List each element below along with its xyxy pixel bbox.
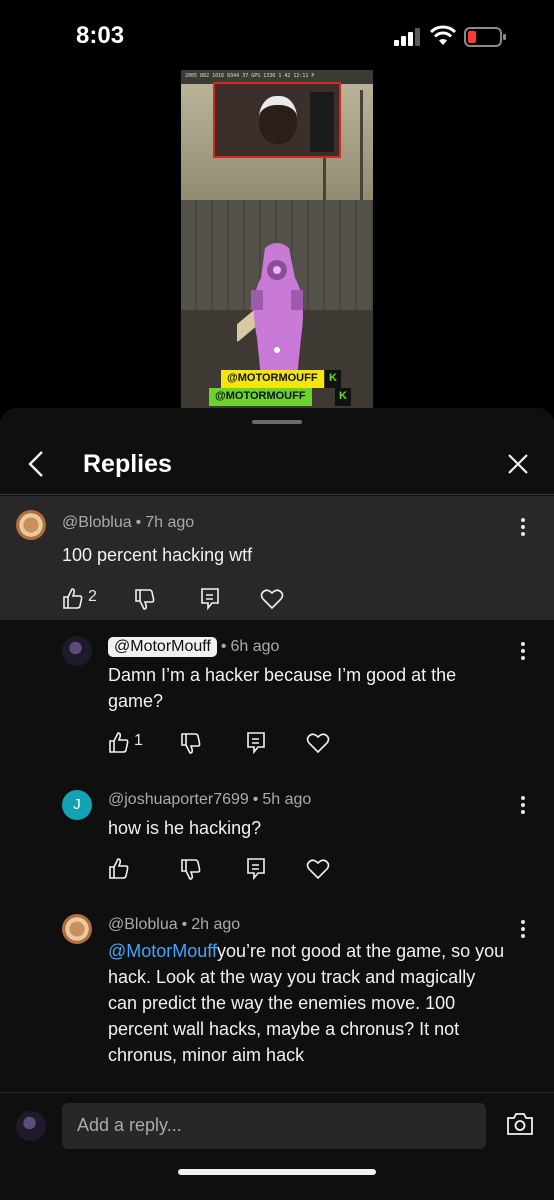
thumbs-up-icon[interactable] [62, 586, 84, 612]
avatar[interactable] [62, 914, 92, 944]
meta-separator: • [220, 638, 227, 655]
streamer-webcam [213, 82, 341, 158]
avatar[interactable] [62, 636, 92, 666]
meta-separator: • [252, 791, 259, 808]
comment-meta: @MotorMouff • 6h ago [108, 637, 279, 657]
camera-icon[interactable] [506, 1111, 534, 1137]
comment-author[interactable]: @Bloblua [62, 514, 132, 531]
comment-actions: 2 [62, 586, 292, 612]
status-bar: 8:03 [0, 0, 554, 70]
heart-icon[interactable] [260, 586, 284, 612]
streamer-mic [310, 92, 334, 152]
replies-header: Replies [0, 432, 554, 496]
replies-sheet: Replies @Bloblua • 7h ago 100 percent hack… [0, 408, 554, 1200]
close-icon[interactable] [504, 450, 532, 478]
comment-time: 5h ago [262, 791, 312, 808]
more-options-icon[interactable] [520, 518, 526, 538]
chevron-left-icon[interactable] [24, 448, 50, 480]
comment-actions [108, 856, 338, 882]
parent-comment: @Bloblua • 7h ago 100 percent hacking wtf … [0, 496, 554, 620]
comment-text: Damn I’m a hacker because I’m good at th… [108, 665, 457, 711]
sheet-drag-handle[interactable] [252, 420, 302, 424]
reply-icon[interactable] [246, 730, 266, 756]
creator-handle-badge[interactable]: @MotorMouff [108, 637, 217, 657]
avatar[interactable] [16, 510, 46, 540]
add-reply-input[interactable]: Add a reply... [62, 1103, 486, 1149]
comment-time: 7h ago [145, 514, 195, 531]
game-weapon [237, 243, 303, 378]
video-handle-tag: @MOTORMOUFF [221, 370, 324, 388]
reply-bar: Add a reply... [0, 1092, 554, 1200]
avatar [16, 1111, 46, 1141]
avatar[interactable]: J [62, 790, 92, 820]
thumbs-down-icon[interactable] [180, 730, 202, 756]
comment-time: 6h ago [230, 638, 280, 655]
header-divider [0, 494, 554, 495]
comment-text: how is he hacking? [108, 818, 262, 838]
streamer-head [259, 96, 297, 144]
comment-text: 100 percent hacking wtf [62, 545, 253, 565]
comment-author[interactable]: @Bloblua [108, 916, 178, 933]
thumbs-down-icon[interactable] [134, 586, 156, 612]
thumbs-up-icon[interactable] [108, 856, 130, 882]
like-count: 2 [88, 588, 97, 605]
reply-icon[interactable] [246, 856, 266, 882]
comment-meta: @Bloblua • 7h ago [62, 514, 194, 532]
thumbs-up-icon[interactable] [108, 730, 130, 756]
heart-icon[interactable] [306, 730, 330, 756]
cellular-signal-icon [394, 28, 420, 46]
comment-time: 2h ago [191, 916, 241, 933]
status-time: 8:03 [76, 22, 125, 49]
video-handle-tag-secondary: @MOTORMOUFF [209, 388, 312, 406]
heart-icon[interactable] [306, 856, 330, 882]
home-indicator[interactable] [178, 1169, 376, 1175]
battery-icon [464, 27, 506, 47]
comment-actions: 1 [108, 730, 338, 756]
more-options-icon[interactable] [520, 796, 526, 816]
reply-icon[interactable] [200, 586, 220, 612]
more-options-icon[interactable] [520, 642, 526, 662]
video-player[interactable]: 2005 882 1016 8344 37 GPS 1330 1 42 12:1… [181, 70, 373, 410]
meta-separator: • [135, 514, 142, 531]
kick-badge-icon: K [325, 370, 341, 388]
comment-author[interactable]: @joshuaporter7699 [108, 791, 249, 808]
thumbs-down-icon[interactable] [180, 856, 202, 882]
more-options-icon[interactable] [520, 920, 526, 940]
comment-text: @MotorMouffyou’re not good at the game, … [108, 938, 508, 1068]
mention-link[interactable]: @MotorMouff [108, 941, 217, 961]
page-title: Replies [83, 450, 172, 478]
comment-meta: @joshuaporter7699 • 5h ago [108, 791, 311, 809]
kick-badge-icon: K [335, 388, 351, 406]
like-count: 1 [134, 732, 143, 749]
wifi-icon [430, 25, 456, 45]
meta-separator: • [181, 916, 188, 933]
comment-meta: @Bloblua • 2h ago [108, 916, 240, 934]
